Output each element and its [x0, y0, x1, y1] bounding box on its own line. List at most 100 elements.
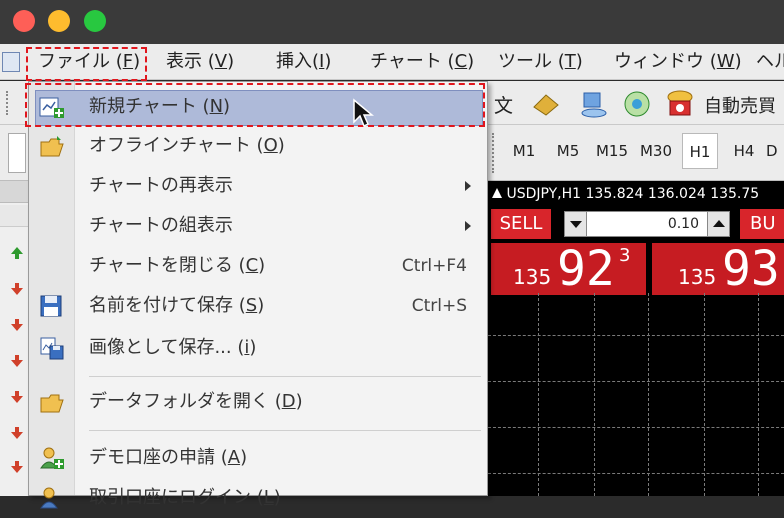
price-down-arrow-icon	[11, 355, 23, 367]
history-center-icon[interactable]	[530, 91, 560, 117]
menu-view-label: 表示 (	[166, 51, 215, 72]
buy-button[interactable]: BU	[740, 209, 784, 239]
menu-tools-suffix: )	[575, 51, 583, 72]
menu-item-save-image[interactable]: 画像として保存... (i)	[29, 328, 487, 368]
menu-chart[interactable]: チャート (C)	[370, 44, 474, 80]
timeframe-m30[interactable]: M30	[638, 133, 674, 169]
submenu-arrow-icon	[465, 181, 471, 191]
panel-header	[0, 181, 30, 203]
minimize-window-button[interactable]	[48, 10, 70, 32]
file-menu-annotation-box	[26, 47, 147, 81]
label-key: C	[245, 255, 259, 276]
close-window-button[interactable]	[13, 10, 35, 32]
toolbar-grip[interactable]	[6, 91, 10, 115]
market-watch-icon[interactable]	[578, 89, 608, 119]
menu-window[interactable]: ウィンドウ (W)	[614, 44, 742, 80]
timeframe-m15[interactable]: M15	[594, 133, 630, 169]
lot-size-value: 0.10	[667, 216, 699, 232]
timeframe-m1[interactable]: M1	[506, 133, 542, 169]
sell-button[interactable]: SELL	[491, 209, 551, 239]
label-text: 画像として保存... (	[89, 337, 245, 358]
timeframe-h1[interactable]: H1	[682, 133, 718, 169]
chart-gridline	[594, 293, 595, 496]
toolbar-combo[interactable]	[8, 133, 26, 173]
menu-item-offline-chart[interactable]: オフラインチャート (O)	[29, 126, 487, 166]
menu-tools-key: T	[564, 51, 576, 72]
label-suffix: )	[249, 337, 257, 358]
signals-icon[interactable]	[622, 89, 652, 119]
save-icon	[40, 295, 62, 317]
menu-view-key: V	[214, 51, 228, 72]
menu-item-close-chart[interactable]: チャートを閉じる (C) Ctrl+F4	[29, 246, 487, 286]
chart-gridline	[488, 335, 784, 336]
buy-price-panel[interactable]: 135 93	[652, 241, 784, 297]
new-chart-annotation-box	[25, 83, 485, 127]
menu-separator	[89, 430, 481, 431]
save-image-icon	[40, 337, 64, 360]
label-text: 取引口座にログイン (	[89, 487, 264, 508]
menu-view[interactable]: 表示 (V)	[166, 44, 234, 80]
label-key: D	[281, 391, 296, 412]
menu-item-save-as[interactable]: 名前を付けて保存 (S) Ctrl+S	[29, 286, 487, 326]
chart-gridline	[488, 427, 784, 428]
chart-gridline	[488, 381, 784, 382]
label-key: O	[263, 135, 278, 156]
menu-separator	[89, 376, 481, 377]
menu-item-label: 画像として保存... (i)	[89, 328, 256, 368]
text-tool-icon[interactable]: 文	[494, 91, 513, 118]
price-down-arrow-icon	[11, 427, 23, 439]
chart-gridline	[704, 293, 705, 496]
menu-item-demo-account[interactable]: デモ口座の申請 (A)	[29, 438, 487, 478]
menu-item-login[interactable]: 取引口座にログイン (L)	[29, 478, 487, 518]
label-suffix: )	[295, 391, 303, 412]
label-suffix: )	[257, 295, 265, 316]
window-titlebar	[0, 0, 784, 44]
label-suffix: )	[258, 255, 266, 276]
menu-item-chart-set[interactable]: チャートの組表示	[29, 206, 487, 246]
label-key: L	[263, 487, 274, 508]
menu-item-label: データフォルダを開く (D)	[89, 382, 303, 422]
menu-insert[interactable]: 挿入(I)	[276, 44, 331, 80]
timeframe-m5[interactable]: M5	[550, 133, 586, 169]
chart-title-text: USDJPY,H1 135.824 136.024 135.75	[506, 186, 760, 202]
timeframe-h4[interactable]: H4	[726, 133, 762, 169]
open-folder-icon	[40, 136, 64, 157]
label-suffix: )	[277, 135, 285, 156]
price-down-arrow-icon	[11, 283, 23, 295]
price-up-arrow-icon	[11, 247, 23, 259]
menu-window-key: W	[716, 51, 735, 72]
timeframe-d1[interactable]: D	[766, 133, 784, 169]
menu-help[interactable]: ヘル	[756, 44, 784, 80]
menu-item-label: チャートの再表示	[89, 175, 233, 196]
triangle-up-icon	[713, 220, 725, 227]
chart-gridline	[538, 293, 539, 496]
price-down-arrow-icon	[11, 391, 23, 403]
menu-item-refresh-chart[interactable]: チャートの再表示	[29, 166, 487, 206]
chart-title-arrow-icon	[492, 188, 502, 198]
menu-tools-label: ツール (	[498, 51, 565, 72]
chart-title: USDJPY,H1 135.824 136.024 135.75	[488, 186, 784, 202]
menu-item-open-data-folder[interactable]: データフォルダを開く (D)	[29, 382, 487, 422]
label-text: オフラインチャート (	[89, 135, 264, 156]
lot-decrease-button[interactable]	[565, 212, 587, 236]
price-down-arrow-icon	[11, 319, 23, 331]
menu-chart-suffix: )	[467, 51, 475, 72]
chart-gridline	[488, 473, 784, 474]
zoom-window-button[interactable]	[84, 10, 106, 32]
menu-chart-key: C	[454, 51, 468, 72]
lot-increase-button[interactable]	[707, 212, 729, 236]
sell-price-panel[interactable]: 135 92 3	[491, 241, 646, 297]
chart-gridline	[648, 293, 649, 496]
chart-window[interactable]: USDJPY,H1 135.824 136.024 135.75 SELL 0.…	[488, 181, 784, 496]
lot-size-field[interactable]: 0.10	[564, 211, 730, 237]
auto-trading-icon[interactable]	[664, 87, 696, 119]
menu-item-label: オフラインチャート (O)	[89, 126, 285, 166]
menu-tools[interactable]: ツール (T)	[498, 44, 583, 80]
auto-trading-label[interactable]: 自動売買	[704, 92, 776, 118]
label-key: A	[227, 447, 241, 468]
menu-item-label: チャートを閉じる (C)	[89, 246, 265, 286]
chart-gridline	[758, 293, 759, 496]
menu-shortcut: Ctrl+F4	[401, 256, 467, 276]
triangle-down-icon	[570, 221, 582, 228]
timeframe-toolbar-grip[interactable]	[492, 133, 496, 173]
